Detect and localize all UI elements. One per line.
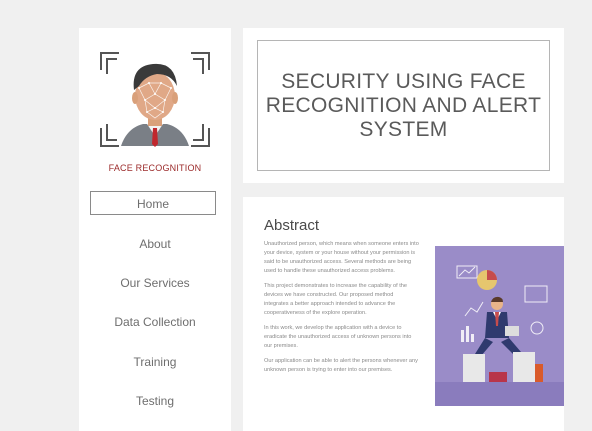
abstract-illustration — [435, 246, 564, 406]
title-box: SECURITY USING FACE RECOGNITION AND ALER… — [257, 40, 550, 171]
nav-item-data-collection[interactable]: Data Collection — [79, 309, 231, 335]
page-title: SECURITY USING FACE RECOGNITION AND ALER… — [265, 69, 542, 141]
nav-item-about[interactable]: About — [79, 231, 231, 257]
sidebar: FACE RECOGNITION Home About Our Services… — [79, 28, 231, 431]
logo-caption: FACE RECOGNITION — [108, 163, 202, 173]
abstract-paragraph: Our application can be able to alert the… — [264, 358, 418, 373]
content-card: Abstract Unauthorized person, which mean… — [243, 197, 564, 431]
nav-item-home[interactable]: Home — [90, 191, 216, 215]
abstract-heading: Abstract — [264, 217, 320, 234]
header-card: SECURITY USING FACE RECOGNITION AND ALER… — [243, 28, 564, 183]
nav-item-our-services[interactable]: Our Services — [79, 270, 231, 296]
abstract-paragraph: This project demonstrates to increase th… — [264, 283, 408, 316]
nav-item-training[interactable]: Training — [79, 349, 231, 375]
abstract-paragraph: Unauthorized person, which means when so… — [264, 241, 419, 274]
abstract-text: Unauthorized person, which means when so… — [264, 240, 419, 381]
data-analyst-illustration-icon — [435, 246, 564, 406]
nav-item-testing[interactable]: Testing — [79, 388, 231, 414]
abstract-paragraph: In this work, we develop the application… — [264, 325, 412, 349]
